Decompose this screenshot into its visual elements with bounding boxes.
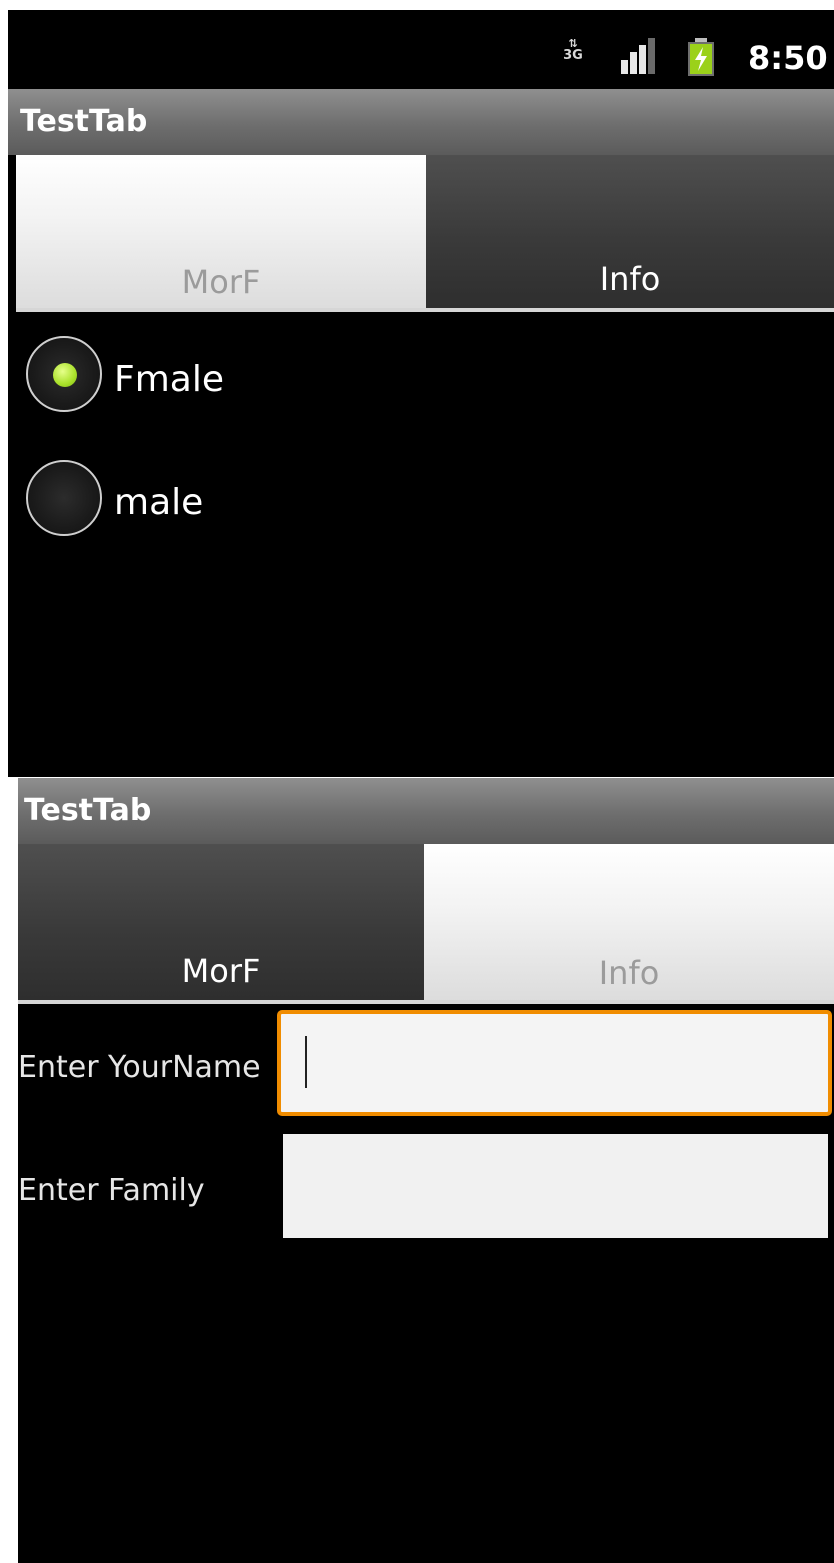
app-title: TestTab <box>24 793 152 828</box>
app-title: TestTab <box>20 104 148 139</box>
network-3g-icon: ⇅ 3G <box>563 37 583 63</box>
tab-divider <box>18 1000 834 1004</box>
app-title-bar: TestTab <box>8 89 834 155</box>
tab-morf-label: MorF <box>181 952 261 990</box>
tab-morf-label: MorF <box>181 263 261 301</box>
tab-morf[interactable]: MorF <box>18 844 424 1000</box>
tab-info[interactable]: Info <box>426 155 834 308</box>
family-input[interactable] <box>283 1134 828 1238</box>
family-field-label: Enter Family <box>18 1173 205 1208</box>
tab-info[interactable]: Info <box>424 844 834 1002</box>
name-input[interactable] <box>277 1010 832 1116</box>
screen-morf-tab: ⇅ 3G 8:50 TestTab MorF Info Fmale male <box>8 10 834 777</box>
app-title-bar: TestTab <box>18 778 834 844</box>
name-field-label: Enter YourName <box>18 1050 261 1085</box>
tab-morf[interactable]: MorF <box>16 155 426 311</box>
battery-charging-icon <box>688 38 714 76</box>
radio-fmale[interactable] <box>26 336 102 412</box>
radio-fmale-label[interactable]: Fmale <box>114 355 224 405</box>
signal-strength-icon <box>621 38 655 74</box>
clock-time: 8:50 <box>748 39 828 77</box>
tab-divider <box>16 308 834 312</box>
screen-info-tab: TestTab MorF Info Enter YourName Enter F… <box>18 778 834 1563</box>
radio-male[interactable] <box>26 460 102 536</box>
tab-info-label: Info <box>598 954 660 992</box>
tab-info-label: Info <box>599 260 661 298</box>
text-cursor <box>305 1036 307 1088</box>
radio-male-label[interactable]: male <box>114 478 203 528</box>
status-bar: ⇅ 3G 8:50 <box>8 10 834 89</box>
radio-checked-dot <box>53 363 77 387</box>
